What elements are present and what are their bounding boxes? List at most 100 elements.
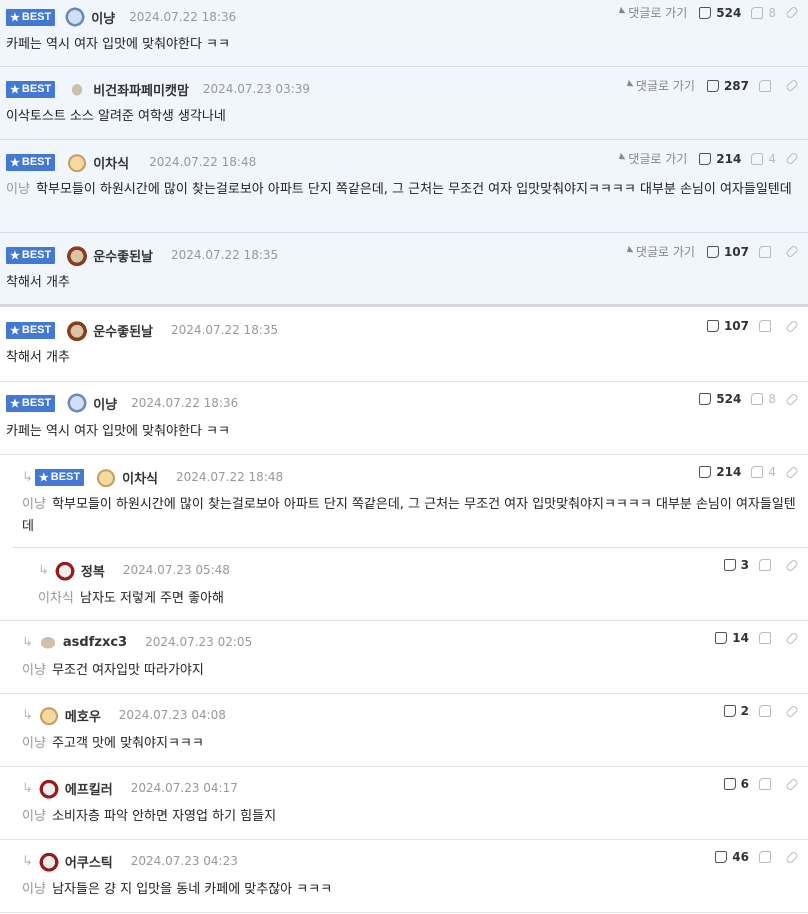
dislike-button[interactable]: [759, 705, 776, 717]
thumbs-up-icon: [706, 79, 719, 92]
comment-actions: 2: [723, 704, 799, 718]
nickname[interactable]: 이냥: [91, 8, 115, 27]
thumbs-up-icon: [706, 320, 719, 332]
link-icon[interactable]: [785, 465, 799, 479]
nickname[interactable]: asdfzxc3: [63, 635, 127, 650]
like-button[interactable]: 524: [699, 6, 741, 20]
comment: ↳ asdfzxc3 2024.07.23 02:05 14 이냥 무조건 여자…: [0, 621, 808, 694]
dislike-button[interactable]: 4: [751, 152, 776, 166]
goto-reply-button[interactable]: 댓글로 가기: [612, 4, 687, 21]
goto-reply-button[interactable]: 댓글로 가기: [620, 77, 695, 94]
dislike-button[interactable]: [759, 320, 776, 332]
like-button[interactable]: 524: [699, 392, 741, 406]
dislike-button[interactable]: [759, 245, 776, 258]
link-icon[interactable]: [785, 319, 799, 333]
like-button[interactable]: 107: [706, 245, 749, 259]
comment-text: 착해서 개추: [6, 275, 70, 290]
comment-date: 2024.07.23 04:08: [118, 708, 226, 722]
comment-actions: 14: [715, 631, 799, 645]
comment-text: 카페는 역시 여자 입맛에 맞춰야한다 ㅋㅋ: [6, 424, 230, 439]
comment-actions: 댓글로 가기 287: [620, 77, 799, 94]
link-icon[interactable]: [785, 850, 799, 864]
best-badge: ★ BEST: [34, 468, 85, 486]
best-comment: ★ BEST 비건좌파페미캣맘 2024.07.23 03:39 댓글로 가기 2…: [0, 67, 808, 140]
nickname[interactable]: 비건좌파페미캣맘: [93, 80, 189, 99]
mention[interactable]: 이냥: [22, 663, 46, 678]
nickname[interactable]: 에프킬러: [65, 779, 113, 798]
dislike-button[interactable]: [759, 778, 776, 790]
link-icon[interactable]: [785, 244, 799, 259]
dislike-button[interactable]: 8: [751, 6, 776, 20]
comment-date: 2024.07.22 18:48: [149, 155, 257, 169]
thumbs-down-icon: [759, 79, 771, 92]
nickname[interactable]: 이차식: [93, 153, 129, 172]
thumbs-up-icon: [699, 6, 712, 19]
dislike-button[interactable]: 8: [751, 392, 776, 406]
like-button[interactable]: 14: [715, 631, 749, 645]
nickname[interactable]: 정복: [81, 561, 105, 580]
avatar: [36, 849, 61, 873]
comment-actions: 댓글로 가기 524 8: [612, 4, 799, 21]
link-icon[interactable]: [785, 78, 799, 93]
like-button[interactable]: 3: [723, 558, 749, 572]
mention[interactable]: 이냥: [6, 182, 30, 197]
like-button[interactable]: 6: [723, 777, 749, 791]
dislike-button[interactable]: [759, 632, 776, 644]
thumbs-up-icon: [723, 705, 736, 717]
thumbs-up-icon: [723, 559, 736, 571]
reply-arrow-icon: ↳: [22, 780, 33, 796]
like-button[interactable]: 287: [706, 79, 749, 93]
reply-arrow-icon: ↳: [38, 562, 49, 578]
mention[interactable]: 이차식: [38, 591, 74, 606]
reply-comment: ↳ 정복 2024.07.23 05:48 3 이차식 남자도 저렇게 주면 좋…: [0, 548, 808, 621]
nickname[interactable]: 어쿠스틱: [65, 852, 113, 871]
link-icon[interactable]: [785, 704, 799, 718]
dislike-button[interactable]: [759, 559, 776, 571]
dislike-button[interactable]: [759, 79, 776, 92]
avatar: [69, 81, 86, 97]
link-icon[interactable]: [785, 631, 799, 645]
comment: ↳ 메호우 2024.07.23 04:08 2 이냥 주고객 맛에 맞춰야지ㅋ…: [0, 694, 808, 767]
comment-actions: 524 8: [699, 392, 799, 406]
avatar: [63, 5, 88, 29]
comment-date: 2024.07.23 02:05: [145, 635, 253, 649]
reply-arrow-icon: ↳: [22, 469, 33, 485]
mention[interactable]: 이냥: [22, 736, 46, 751]
nickname[interactable]: 운수좋된날: [93, 321, 153, 340]
mention[interactable]: 이냥: [22, 809, 46, 824]
best-badge: ★ BEST: [6, 80, 56, 98]
like-button[interactable]: 214: [699, 465, 741, 479]
like-button[interactable]: 46: [715, 850, 749, 864]
nickname[interactable]: 이차식: [122, 468, 158, 487]
goto-reply-button[interactable]: 댓글로 가기: [620, 243, 695, 260]
reply-arrow-icon: ↳: [22, 634, 33, 650]
link-icon[interactable]: [785, 5, 799, 20]
comment-actions: 댓글로 가기 214 4: [612, 150, 799, 167]
best-badge: ★ BEST: [6, 321, 56, 339]
nickname[interactable]: 운수좋된날: [93, 246, 153, 265]
like-button[interactable]: 214: [699, 152, 741, 166]
avatar: [65, 243, 90, 267]
dislike-button[interactable]: 4: [751, 465, 776, 479]
best-badge: ★ BEST: [6, 153, 56, 171]
nickname[interactable]: 이냥: [93, 394, 117, 413]
like-button[interactable]: 2: [723, 704, 749, 718]
mention[interactable]: 이냥: [22, 497, 46, 512]
comment-text: 이냥 무조건 여자입맛 따라가야지: [22, 663, 204, 678]
goto-reply-button[interactable]: 댓글로 가기: [612, 150, 687, 167]
best-badge: ★ BEST: [6, 394, 56, 412]
send-icon: [620, 79, 634, 92]
like-button[interactable]: 107: [706, 319, 749, 333]
avatar: [65, 391, 90, 415]
star-icon: ★: [10, 83, 20, 96]
link-icon[interactable]: [785, 558, 799, 572]
dislike-button[interactable]: [759, 851, 776, 863]
link-icon[interactable]: [785, 392, 799, 406]
link-icon[interactable]: [785, 777, 799, 791]
send-icon: [612, 152, 626, 165]
nickname[interactable]: 메호우: [65, 706, 101, 725]
thumbs-down-icon: [751, 393, 764, 405]
comment-date: 2024.07.22 18:36: [129, 10, 237, 24]
link-icon[interactable]: [785, 151, 799, 166]
mention[interactable]: 이냥: [22, 882, 46, 897]
